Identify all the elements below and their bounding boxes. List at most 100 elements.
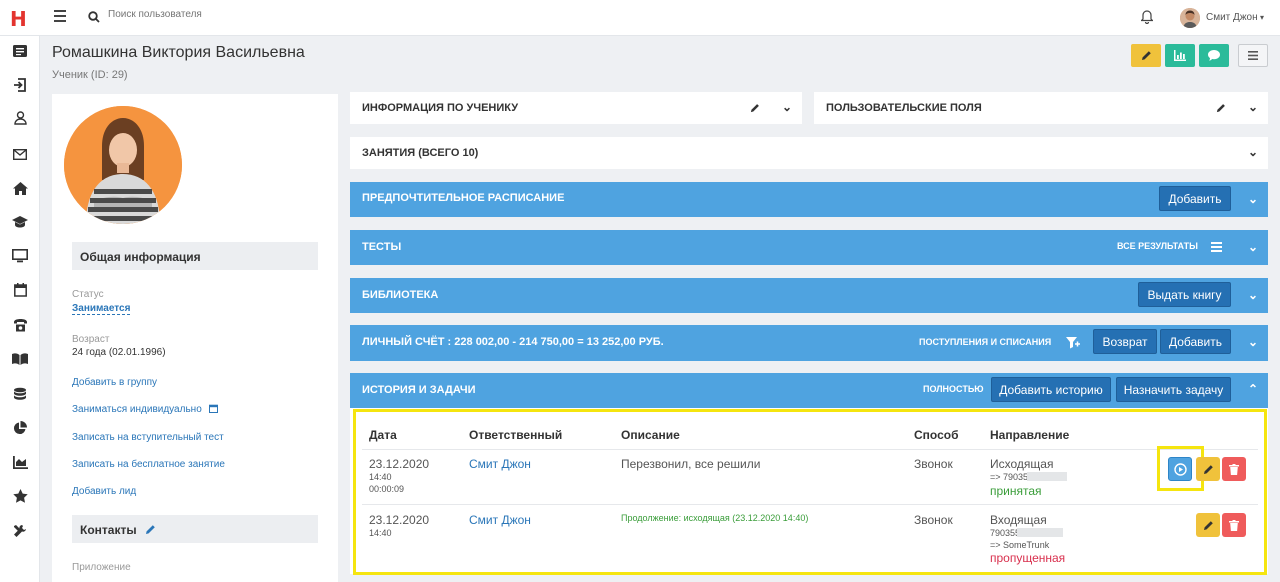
search-icon <box>88 11 100 23</box>
trash-icon <box>1229 463 1239 475</box>
study-individually-link[interactable]: Заниматься индивидуально <box>72 404 218 415</box>
row1-duration: 00:00:09 <box>369 484 405 494</box>
monitor-icon[interactable] <box>12 248 28 264</box>
col-header-method: Способ <box>914 428 959 442</box>
chevron-down-icon[interactable]: ⌄ <box>1248 240 1258 254</box>
row2-trunk: => SomeTrunk <box>990 540 1050 550</box>
coins-icon[interactable] <box>12 386 28 402</box>
app-logo[interactable]: H <box>10 7 27 31</box>
contacts-header-label: Контакты <box>80 523 137 537</box>
user-search-input[interactable] <box>108 9 408 20</box>
row1-responsible[interactable]: Смит Джон <box>469 457 531 471</box>
row2-number: 790355 <box>990 528 1021 538</box>
edit-contacts-icon[interactable] <box>145 524 156 535</box>
status-value[interactable]: Занимается <box>72 303 131 315</box>
col-header-description: Описание <box>621 428 680 442</box>
free-lesson-link[interactable]: Записать на бесплатное занятие <box>72 459 225 470</box>
chevron-down-icon[interactable]: ⌄ <box>1248 335 1258 349</box>
message-button[interactable] <box>1199 44 1229 67</box>
row2-time: 14:40 <box>369 528 392 538</box>
assign-task-button[interactable]: Назначить задачу <box>1116 377 1231 402</box>
schedule-add-button[interactable]: Добавить <box>1159 186 1231 211</box>
header-divider <box>362 449 1258 450</box>
col-header-responsible: Ответственный <box>469 428 563 442</box>
star-icon[interactable] <box>12 488 28 504</box>
issue-book-button[interactable]: Выдать книгу <box>1138 282 1231 307</box>
tests-title: ТЕСТЫ <box>362 241 402 253</box>
notifications-bell-icon[interactable] <box>1141 10 1153 24</box>
row1-description: Перезвонил, все решили <box>621 457 761 471</box>
pie-chart-icon[interactable] <box>12 420 28 436</box>
lessons-panel[interactable]: ЗАНЯТИЯ (ВСЕГО 10) ⌄ <box>350 137 1268 169</box>
row1-number-blur <box>1027 472 1067 481</box>
home-icon[interactable] <box>12 180 28 196</box>
pencil-icon <box>1203 464 1213 474</box>
status-label: Статус <box>72 289 104 300</box>
row2-edit-button[interactable] <box>1196 513 1220 537</box>
list-menu-icon[interactable] <box>1211 242 1222 252</box>
schedule-title: ПРЕДПОЧТИТЕЛЬНОЕ РАСПИСАНИЕ <box>362 192 565 204</box>
row2-delete-button[interactable] <box>1222 513 1246 537</box>
book-icon[interactable] <box>12 351 28 367</box>
add-history-button[interactable]: Добавить историю <box>991 377 1111 402</box>
schedule-panel[interactable]: ПРЕДПОЧТИТЕЛЬНОЕ РАСПИСАНИЕ Добавить ⌄ <box>350 182 1268 217</box>
mail-icon[interactable] <box>12 146 28 162</box>
hamburger-icon <box>1248 51 1258 60</box>
row2-number-blur <box>1017 528 1063 537</box>
statistics-button[interactable] <box>1165 44 1195 67</box>
refund-button[interactable]: Возврат <box>1093 329 1157 354</box>
user-name[interactable]: Смит Джон <box>1206 12 1258 23</box>
library-panel[interactable]: БИБЛИОТЕКА Выдать книгу ⌄ <box>350 278 1268 313</box>
row1-edit-button[interactable] <box>1196 457 1220 481</box>
more-menu-button[interactable] <box>1238 44 1268 67</box>
menu-toggle-icon[interactable] <box>54 10 66 24</box>
area-chart-icon[interactable] <box>12 454 28 470</box>
row1-status: принятая <box>990 484 1042 498</box>
filter-icon[interactable] <box>1066 336 1080 349</box>
user-avatar[interactable] <box>1180 8 1200 28</box>
edit-pencil-icon[interactable] <box>1216 103 1226 113</box>
chevron-down-icon[interactable]: ⌄ <box>1248 100 1258 114</box>
custom-fields-panel[interactable]: ПОЛЬЗОВАТЕЛЬСКИЕ ПОЛЯ ⌄ <box>814 92 1268 124</box>
sidebar <box>0 36 40 582</box>
chevron-down-icon[interactable]: ⌄ <box>1248 288 1258 302</box>
row2-status: пропущенная <box>990 551 1066 565</box>
row1-delete-button[interactable] <box>1222 457 1246 481</box>
general-info-header: Общая информация <box>72 242 318 270</box>
trash-icon <box>1229 519 1239 531</box>
calendar-icon[interactable] <box>12 282 28 298</box>
entrance-test-link[interactable]: Записать на вступительный тест <box>72 432 224 443</box>
phone-icon[interactable] <box>12 317 28 333</box>
tests-panel[interactable]: ТЕСТЫ ВСЕ РЕЗУЛЬТАТЫ ⌄ <box>350 230 1268 265</box>
all-results-link[interactable]: ВСЕ РЕЗУЛЬТАТЫ <box>1117 241 1198 251</box>
account-add-button[interactable]: Добавить <box>1160 329 1231 354</box>
row2-responsible[interactable]: Смит Джон <box>469 513 531 527</box>
chevron-down-icon[interactable]: ⌄ <box>782 100 792 114</box>
row-divider <box>362 504 1258 505</box>
account-panel[interactable]: ЛИЧНЫЙ СЧЁТ : 228 002,00 - 214 750,00 = … <box>350 325 1268 361</box>
chevron-down-icon[interactable]: ⌄ <box>1248 192 1258 206</box>
user-menu-caret-icon[interactable]: ▾ <box>1260 13 1264 22</box>
user-icon[interactable] <box>12 110 28 126</box>
income-expenses-link[interactable]: ПОСТУПЛЕНИЯ И СПИСАНИЯ <box>919 337 1051 347</box>
add-to-group-link[interactable]: Добавить в группу <box>72 377 157 388</box>
full-view-link[interactable]: ПОЛНОСТЬЮ <box>923 384 984 394</box>
graduation-cap-icon[interactable] <box>12 214 28 230</box>
student-profile-card: Общая информация Статус Занимается Возра… <box>52 94 338 582</box>
play-recording-button[interactable] <box>1168 457 1192 481</box>
edit-pencil-icon[interactable] <box>750 103 760 113</box>
row1-method: Звонок <box>914 457 953 471</box>
student-info-panel[interactable]: ИНФОРМАЦИЯ ПО УЧЕНИКУ ⌄ <box>350 92 802 124</box>
play-circle-icon <box>1173 462 1187 476</box>
student-id: Ученик (ID: 29) <box>52 69 128 81</box>
login-icon[interactable] <box>12 77 28 93</box>
add-lead-link[interactable]: Добавить лид <box>72 486 136 497</box>
edit-student-button[interactable] <box>1131 44 1161 67</box>
list-icon[interactable] <box>12 43 28 59</box>
chevron-up-icon[interactable]: ⌃ <box>1248 382 1258 396</box>
tools-icon[interactable] <box>12 523 28 539</box>
history-panel[interactable]: ИСТОРИЯ И ЗАДАЧИ ПОЛНОСТЬЮ Добавить исто… <box>350 373 1268 408</box>
pencil-icon <box>1141 51 1151 60</box>
app-label: Приложение <box>72 562 131 573</box>
chevron-down-icon[interactable]: ⌄ <box>1248 145 1258 159</box>
